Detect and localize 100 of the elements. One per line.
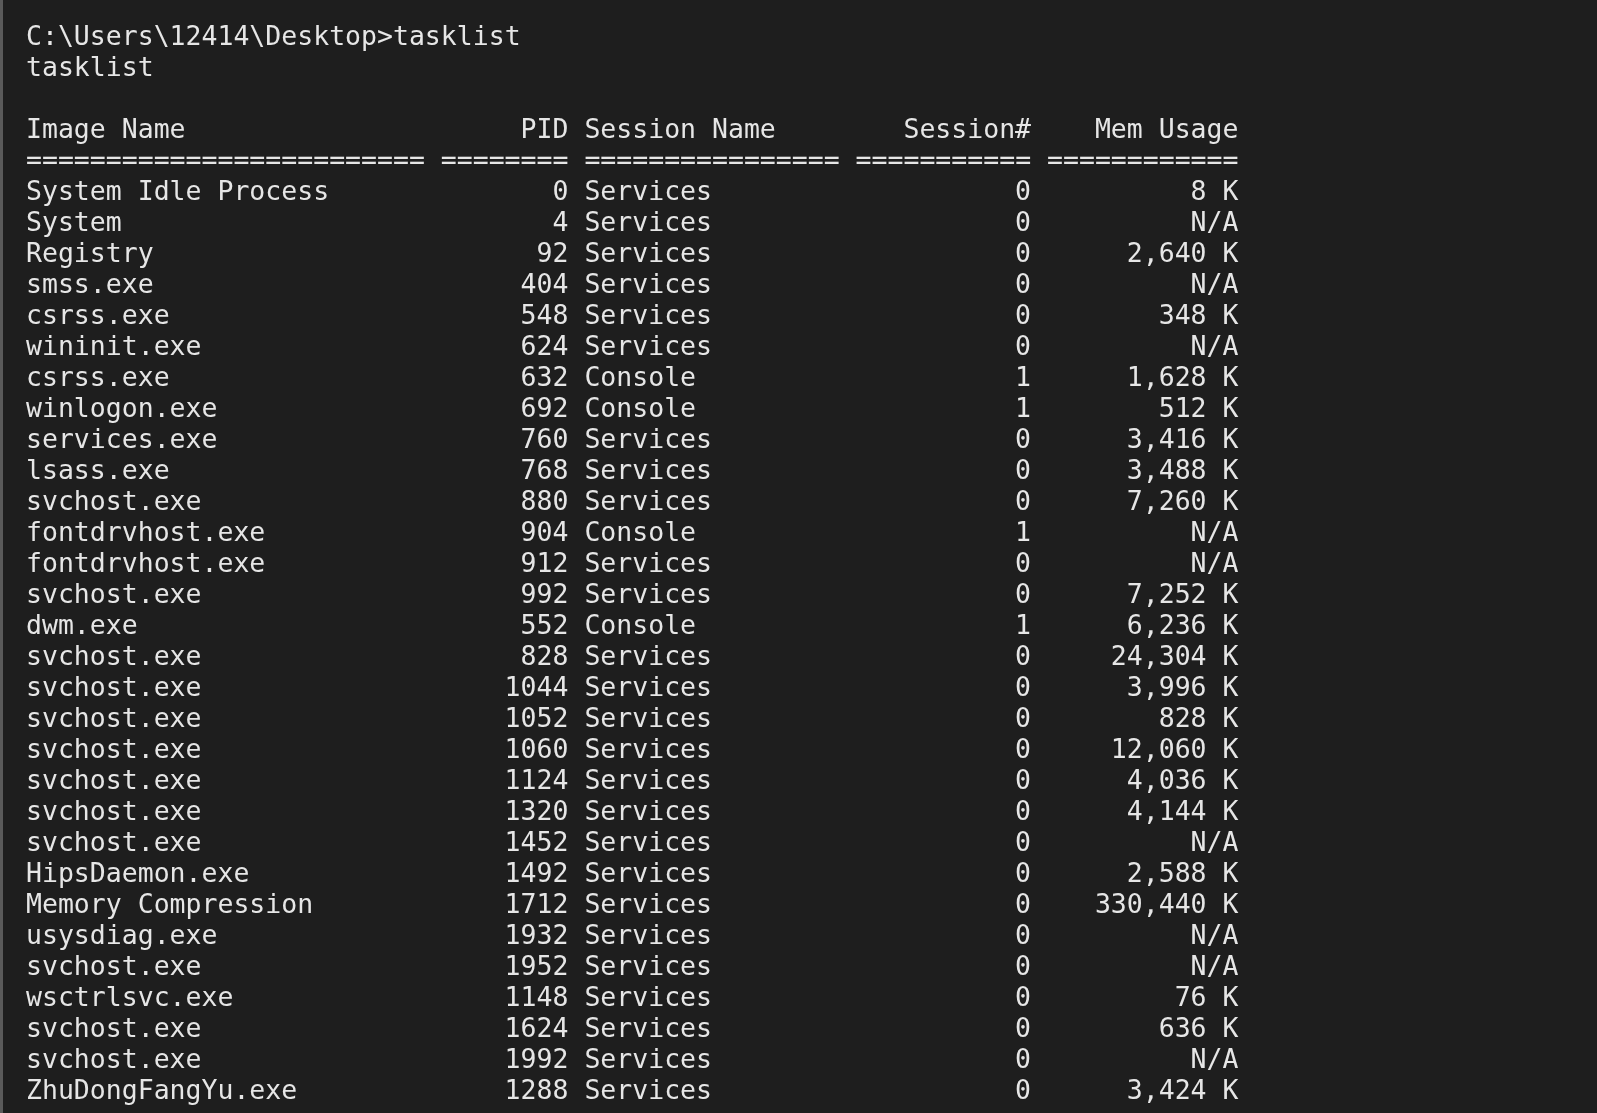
table-cell: 0 [1015, 826, 1032, 857]
table-cell: 3,996 K [1126, 671, 1239, 702]
table-cell: 1932 [504, 919, 569, 950]
table-cell: Registry [26, 237, 154, 268]
table-cell: Services [584, 981, 712, 1012]
table-cell: Services [584, 454, 712, 485]
table-cell: 92 [536, 237, 569, 268]
table-cell: Services [584, 919, 712, 950]
table-cell: 1 [1015, 609, 1032, 640]
table-cell: Services [584, 175, 712, 206]
table-cell: 24,304 K [1110, 640, 1239, 671]
table-cell: smss.exe [26, 268, 154, 299]
table-cell: Console [584, 392, 697, 423]
header-separator: ============ [1047, 144, 1239, 175]
table-cell: 0 [1015, 547, 1032, 578]
table-cell: Services [584, 764, 712, 795]
table-cell: 0 [1015, 888, 1032, 919]
table-cell: 1148 [504, 981, 569, 1012]
table-cell: svchost.exe [26, 1043, 202, 1074]
table-cell: 6,236 K [1126, 609, 1239, 640]
column-header: Session Name [584, 113, 776, 144]
table-cell: 0 [1015, 1074, 1032, 1105]
table-cell: 624 [520, 330, 569, 361]
table-cell: 4,144 K [1126, 795, 1239, 826]
table-cell: 4 [552, 206, 569, 237]
table-cell: Services [584, 206, 712, 237]
table-cell: 76 K [1174, 981, 1239, 1012]
table-cell: 1 [1015, 392, 1032, 423]
table-cell: Services [584, 888, 712, 919]
table-cell: 0 [1015, 764, 1032, 795]
table-cell: 0 [1015, 423, 1032, 454]
table-cell: Services [584, 299, 712, 330]
table-cell: 0 [1015, 454, 1032, 485]
table-cell: 348 K [1158, 299, 1239, 330]
table-cell: svchost.exe [26, 485, 202, 516]
table-cell: N/A [1190, 919, 1239, 950]
table-cell: 912 [520, 547, 569, 578]
table-cell: Console [584, 516, 697, 547]
table-cell: 828 K [1158, 702, 1239, 733]
column-header: Mem Usage [1094, 113, 1239, 144]
table-cell: 2,588 K [1126, 857, 1239, 888]
table-cell: 1044 [504, 671, 569, 702]
table-cell: 0 [1015, 330, 1032, 361]
table-cell: Services [584, 1074, 712, 1105]
table-cell: 880 [520, 485, 569, 516]
table-cell: svchost.exe [26, 578, 202, 609]
table-cell: 12,060 K [1110, 733, 1239, 764]
table-cell: HipsDaemon.exe [26, 857, 250, 888]
table-cell: N/A [1190, 206, 1239, 237]
table-cell: Services [584, 330, 712, 361]
table-cell: 0 [1015, 671, 1032, 702]
table-cell: Services [584, 485, 712, 516]
table-cell: 1952 [504, 950, 569, 981]
table-cell: 7,260 K [1126, 485, 1239, 516]
table-cell: Services [584, 702, 712, 733]
table-cell: 760 [520, 423, 569, 454]
console-line: tasklist [26, 51, 154, 82]
table-cell: 2,640 K [1126, 237, 1239, 268]
table-cell: 1452 [504, 826, 569, 857]
table-cell: N/A [1190, 516, 1239, 547]
table-cell: Services [584, 671, 712, 702]
table-cell: fontdrvhost.exe [26, 516, 266, 547]
column-header: Image Name [26, 113, 186, 144]
table-cell: services.exe [26, 423, 218, 454]
table-cell: Console [584, 609, 697, 640]
table-cell: Services [584, 423, 712, 454]
table-cell: 0 [1015, 299, 1032, 330]
table-cell: Services [584, 1012, 712, 1043]
table-cell: 0 [1015, 857, 1032, 888]
table-cell: 1 [1015, 361, 1032, 392]
table-cell: 828 [520, 640, 569, 671]
table-cell: 404 [520, 268, 569, 299]
table-cell: 4,036 K [1126, 764, 1239, 795]
column-header: Session# [903, 113, 1032, 144]
table-cell: 1712 [504, 888, 569, 919]
table-cell: 552 [520, 609, 569, 640]
table-cell: System Idle Process [26, 175, 330, 206]
table-cell: 992 [520, 578, 569, 609]
table-cell: 1992 [504, 1043, 569, 1074]
table-cell: svchost.exe [26, 826, 202, 857]
table-cell: Services [584, 547, 712, 578]
table-cell: Memory Compression [26, 888, 314, 919]
column-header: PID [520, 113, 569, 144]
table-cell: usysdiag.exe [26, 919, 218, 950]
table-cell: 0 [1015, 640, 1032, 671]
table-cell: 1052 [504, 702, 569, 733]
table-cell: 3,424 K [1126, 1074, 1239, 1105]
table-cell: 3,488 K [1126, 454, 1239, 485]
table-cell: fontdrvhost.exe [26, 547, 266, 578]
table-cell: svchost.exe [26, 640, 202, 671]
table-cell: csrss.exe [26, 361, 170, 392]
table-cell: 636 K [1158, 1012, 1239, 1043]
table-cell: 0 [1015, 702, 1032, 733]
table-cell: 0 [1015, 981, 1032, 1012]
table-cell: 1124 [504, 764, 569, 795]
table-cell: svchost.exe [26, 671, 202, 702]
table-cell: N/A [1190, 268, 1239, 299]
table-cell: wininit.exe [26, 330, 202, 361]
table-cell: 1,628 K [1126, 361, 1239, 392]
table-cell: 330,440 K [1094, 888, 1239, 919]
